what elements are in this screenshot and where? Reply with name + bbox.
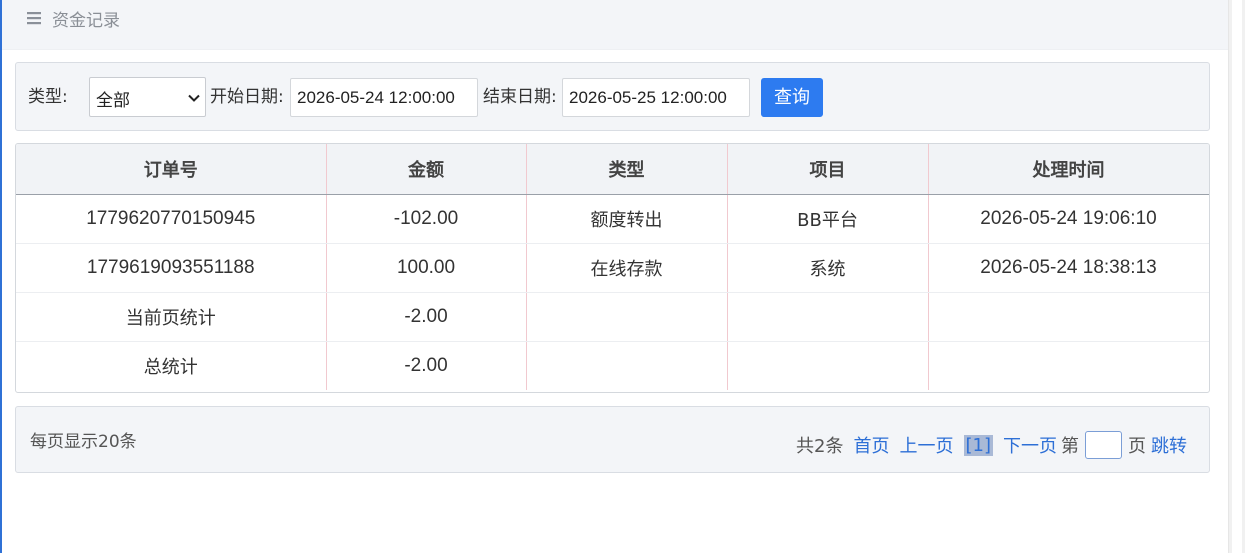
scrollbar-track[interactable] — [1232, 0, 1242, 553]
page-total-row: 当前页统计 -2.00 — [16, 292, 1209, 342]
hamburger-menu-icon[interactable] — [26, 10, 44, 28]
time-cell: 2026-05-24 18:38:13 — [928, 243, 1209, 293]
page-title: 资金记录 — [52, 11, 120, 31]
column-header-item: 项目 — [727, 144, 929, 195]
start-date-input[interactable]: 2026-05-24 12:00:00 — [290, 78, 478, 117]
type-cell: 在线存款 — [526, 243, 728, 293]
page-prefix-text: 第 — [1061, 436, 1079, 457]
empty-cell — [526, 292, 728, 342]
type-label: 类型: — [28, 87, 68, 107]
chevron-down-icon — [187, 90, 201, 104]
page-total-value: -2.00 — [326, 292, 527, 342]
empty-cell — [526, 341, 728, 390]
type-select[interactable]: 全部 — [89, 77, 206, 117]
empty-cell — [928, 341, 1209, 390]
top-header: 资金记录 — [2, 0, 1228, 50]
column-header-type: 类型 — [526, 144, 728, 195]
empty-cell — [727, 292, 929, 342]
column-header-order-no: 订单号 — [16, 144, 327, 195]
first-page-link[interactable]: 首页 — [854, 432, 890, 458]
pagination-controls: 共2条 首页 上一页 [1] 下一页 第 页 跳转 — [796, 431, 1187, 459]
page-suffix-text: 页 — [1128, 436, 1146, 457]
amount-cell: 100.00 — [326, 243, 527, 293]
current-page-indicator: [1] — [963, 434, 993, 456]
grand-total-row: 总统计 -2.00 — [16, 341, 1209, 390]
total-count-text: 共2条 — [796, 436, 844, 457]
vertical-scrollbar[interactable] — [1228, 0, 1245, 553]
end-date-label: 结束日期: — [483, 87, 557, 107]
start-date-label: 开始日期: — [210, 87, 284, 107]
amount-cell: -102.00 — [326, 194, 527, 244]
filter-panel: 类型: 全部 开始日期: 2026-05-24 12:00:00 结束日期: 2… — [15, 62, 1210, 131]
table-row: 1779620770150945 -102.00 额度转出 BB平台 2026-… — [16, 194, 1209, 244]
jump-link[interactable]: 跳转 — [1151, 432, 1187, 458]
order-no-cell: 1779619093551188 — [16, 243, 327, 293]
page-total-label: 当前页统计 — [16, 292, 327, 342]
grand-total-label: 总统计 — [16, 341, 327, 390]
type-cell: 额度转出 — [526, 194, 728, 244]
table-header-row: 订单号 金额 类型 项目 处理时间 — [16, 144, 1209, 195]
column-header-time: 处理时间 — [928, 144, 1209, 195]
column-header-amount: 金额 — [326, 144, 527, 195]
query-button[interactable]: 查询 — [761, 78, 823, 117]
page-size-text: 每页显示20条 — [30, 432, 137, 452]
pagination-panel: 每页显示20条 共2条 首页 上一页 [1] 下一页 第 页 跳转 — [15, 406, 1210, 473]
end-date-input[interactable]: 2026-05-25 12:00:00 — [562, 78, 750, 117]
records-table: 订单号 金额 类型 项目 处理时间 1779620770150945 -102.… — [15, 143, 1210, 393]
order-no-cell: 1779620770150945 — [16, 194, 327, 244]
empty-cell — [928, 292, 1209, 342]
type-select-value: 全部 — [96, 91, 130, 111]
prev-page-link[interactable]: 上一页 — [900, 432, 954, 458]
page-number-input[interactable] — [1085, 431, 1122, 459]
item-cell: BB平台 — [727, 194, 929, 244]
app-window: 资金记录 类型: 全部 开始日期: 2026-05-24 12:00:00 结束… — [0, 0, 1228, 553]
empty-cell — [727, 341, 929, 390]
next-page-link[interactable]: 下一页 — [1003, 432, 1057, 458]
grand-total-value: -2.00 — [326, 341, 527, 390]
time-cell: 2026-05-24 19:06:10 — [928, 194, 1209, 244]
table-row: 1779619093551188 100.00 在线存款 系统 2026-05-… — [16, 243, 1209, 293]
item-cell: 系统 — [727, 243, 929, 293]
